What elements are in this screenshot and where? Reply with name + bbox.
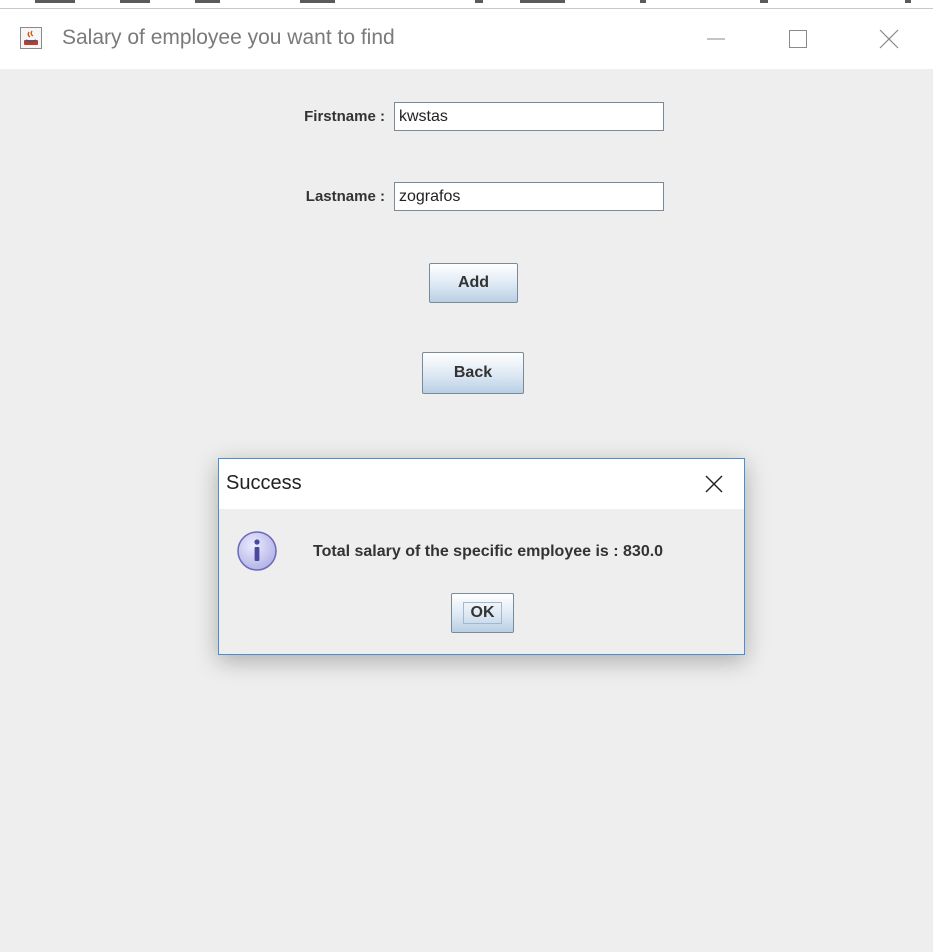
- lastname-label: Lastname :: [305, 188, 385, 205]
- java-coffee-icon: [20, 27, 42, 49]
- close-icon: [705, 475, 723, 493]
- close-icon: [879, 29, 899, 49]
- back-button[interactable]: Back: [422, 352, 524, 394]
- ok-button[interactable]: OK: [451, 593, 514, 633]
- add-button[interactable]: Add: [429, 263, 518, 303]
- dialog-title: Success: [226, 472, 302, 494]
- minimize-button[interactable]: [693, 19, 739, 59]
- ok-label: OK: [470, 604, 495, 621]
- minimize-icon: [707, 38, 725, 40]
- window-title: Salary of employee you want to find: [62, 26, 395, 49]
- firstname-label: Firstname :: [304, 108, 385, 125]
- maximize-button[interactable]: [775, 19, 821, 59]
- firstname-input[interactable]: [394, 102, 664, 131]
- close-button[interactable]: [866, 19, 912, 59]
- info-icon: [237, 531, 277, 571]
- dialog-message: Total salary of the specific employee is…: [313, 543, 664, 560]
- dialog-titlebar[interactable]: Success: [219, 459, 744, 509]
- maximize-icon: [789, 30, 807, 48]
- background-window-edge: [0, 0, 933, 9]
- window-titlebar[interactable]: Salary of employee you want to find: [0, 9, 933, 69]
- dialog-close-button[interactable]: [695, 465, 733, 503]
- success-dialog: Success Total salary of the specific emp…: [218, 458, 745, 655]
- lastname-input[interactable]: [394, 182, 664, 211]
- screen: Salary of employee you want to find Firs…: [0, 0, 933, 952]
